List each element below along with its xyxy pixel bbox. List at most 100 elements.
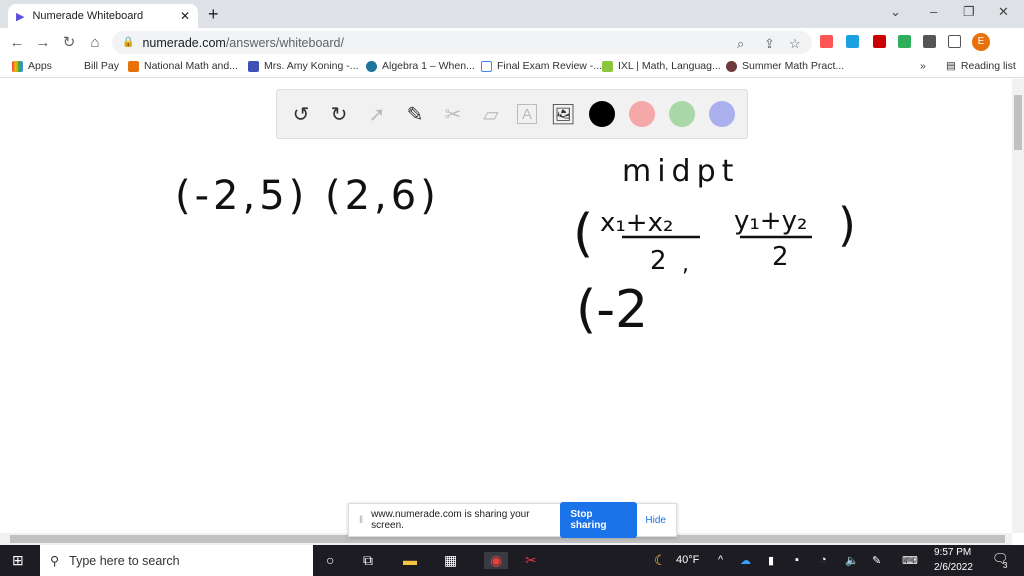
- extension-icon[interactable]: [898, 35, 911, 48]
- cast-icon[interactable]: [948, 35, 961, 48]
- search-icon: ⚲: [50, 554, 60, 568]
- share-message: www.numerade.com is sharing your screen.: [371, 509, 530, 531]
- tools-icon[interactable]: ✂: [441, 102, 465, 126]
- apps-grid-icon: [12, 60, 23, 72]
- select-pointer-icon[interactable]: ➚: [365, 102, 389, 126]
- bookmark-label: Summer Math Pract...: [742, 60, 845, 72]
- puzzle-extensions-icon[interactable]: [923, 35, 936, 48]
- profile-avatar[interactable]: E: [972, 33, 990, 51]
- weather-moon-icon: ☾: [654, 552, 667, 568]
- zoom-icon[interactable]: ⌕: [737, 36, 744, 52]
- handwritten-y-denominator: 2: [772, 242, 789, 272]
- bookmark-label: Bill Pay: [84, 60, 120, 72]
- extension-icon[interactable]: [846, 35, 859, 48]
- text-tool-icon[interactable]: A: [517, 104, 537, 124]
- handwritten-midpt: midpt: [622, 154, 739, 189]
- close-tab-icon[interactable]: ✕: [180, 9, 190, 23]
- minimize-button[interactable]: –: [930, 4, 937, 19]
- bookmark-label: Final Exam Review -...: [497, 60, 603, 72]
- tab-numerade-whiteboard[interactable]: ▶ Numerade Whiteboard ✕: [8, 4, 198, 28]
- image-icon[interactable]: 🖼: [550, 102, 575, 126]
- address-bar[interactable]: 🔒 numerade.com/answers/whiteboard/ ⌕ ⇪ ☆: [112, 31, 812, 54]
- color-pink-swatch[interactable]: [629, 101, 655, 127]
- bookmark-favicon-icon: [248, 60, 259, 72]
- bookmark-star-icon[interactable]: ☆: [789, 36, 801, 52]
- vertical-scroll-thumb[interactable]: [1014, 95, 1022, 150]
- windows-taskbar: ⊞ ⚲ Type here to search ○ ⧉ ▬ ▦ ◉ ✂ ☾ 40…: [0, 545, 1024, 576]
- drag-handle-icon[interactable]: ‖: [359, 515, 363, 526]
- file-explorer-icon[interactable]: ▬: [403, 552, 417, 568]
- bookmark-algebra-1[interactable]: Algebra 1 – When...: [366, 60, 475, 72]
- more-bookmarks-button[interactable]: »: [920, 60, 926, 72]
- network-adapter-icon[interactable]: ▪: [795, 554, 799, 566]
- extension-icon[interactable]: [820, 35, 833, 48]
- volume-icon[interactable]: 🔈: [845, 554, 859, 567]
- wordpress-icon: [366, 60, 377, 72]
- bookmark-favicon-icon: [128, 60, 139, 72]
- search-placeholder: Type here to search: [69, 553, 180, 568]
- app-icon[interactable]: ✂: [525, 552, 537, 569]
- acrobat-extension-icon[interactable]: [873, 35, 886, 48]
- screen-share-bar: ‖ www.numerade.com is sharing your scree…: [348, 502, 677, 538]
- bookmark-favicon-icon: [726, 60, 737, 72]
- redo-icon[interactable]: ↻: [327, 102, 351, 126]
- eraser-icon[interactable]: ▱: [479, 102, 503, 126]
- share-icon[interactable]: ⇪: [764, 36, 775, 52]
- color-black-swatch[interactable]: [589, 101, 615, 127]
- tab-search-icon[interactable]: ⌄: [890, 4, 901, 20]
- usb-icon[interactable]: ▮: [768, 554, 774, 567]
- restore-button[interactable]: ❐: [963, 4, 975, 20]
- bookmark-ixl[interactable]: IXL | Math, Languag...: [602, 60, 721, 72]
- show-hidden-icons[interactable]: ^: [718, 554, 723, 566]
- lock-icon: 🔒: [122, 37, 135, 48]
- color-blue-swatch[interactable]: [709, 101, 735, 127]
- microsoft-store-icon[interactable]: ▦: [444, 552, 457, 569]
- clock-date[interactable]: 2/6/2022: [934, 562, 973, 573]
- task-view-icon[interactable]: ⧉: [363, 552, 373, 569]
- address-row: ← → ↻ ⌂ 🔒 numerade.com/answers/whiteboar…: [0, 28, 1024, 56]
- bookmark-apps[interactable]: Apps: [12, 60, 52, 72]
- bookmark-final-exam-review[interactable]: Final Exam Review -...: [481, 60, 602, 72]
- pen-icon[interactable]: ✎: [403, 102, 427, 126]
- ixl-icon: [602, 60, 613, 72]
- home-button[interactable]: ⌂: [82, 34, 108, 51]
- bookmark-bill-pay[interactable]: Bill Pay: [84, 60, 119, 72]
- whiteboard-canvas[interactable]: (-2,5) (2,6) midpt ( x₁+x₂ 2 , y₁+y₂ 2 )…: [0, 79, 1012, 533]
- bookmark-mrs-amy-koning[interactable]: Mrs. Amy Koning -...: [248, 60, 359, 72]
- bookmark-summer-math[interactable]: Summer Math Pract...: [726, 60, 844, 72]
- tab-title: Numerade Whiteboard: [32, 10, 144, 22]
- bookmark-label: Apps: [28, 60, 52, 72]
- reading-list-icon: ▤: [946, 60, 956, 72]
- bookmark-label: National Math and...: [144, 60, 238, 72]
- hide-button[interactable]: Hide: [645, 515, 666, 526]
- numerade-logo-icon: ▶: [16, 10, 25, 23]
- reading-list-label: Reading list: [960, 60, 1016, 72]
- whiteboard-toolbar: ↺ ↻ ➚ ✎ ✂ ▱ A 🖼: [276, 89, 748, 139]
- cortana-icon[interactable]: ○: [326, 552, 334, 568]
- handwritten-x-denominator: 2: [650, 246, 667, 276]
- back-button[interactable]: ←: [4, 34, 30, 51]
- windows-start-icon[interactable]: ⊞: [12, 552, 24, 569]
- color-green-swatch[interactable]: [669, 101, 695, 127]
- reload-button[interactable]: ↻: [56, 33, 82, 51]
- forward-button[interactable]: →: [30, 34, 56, 51]
- chrome-icon[interactable]: ◉: [484, 552, 509, 569]
- onedrive-icon[interactable]: ☁: [740, 554, 751, 567]
- handwritten-paren-open: (: [573, 204, 593, 264]
- handwritten-y-numerator: y₁+y₂: [734, 206, 807, 236]
- bookmark-national-math[interactable]: National Math and...: [128, 60, 238, 72]
- pen-workspace-icon[interactable]: ✎: [872, 554, 881, 567]
- close-window-button[interactable]: ✕: [998, 4, 1009, 20]
- undo-icon[interactable]: ↺: [289, 102, 313, 126]
- wifi-icon[interactable]: ◔: [820, 554, 827, 566]
- weather-temp[interactable]: 40°F: [676, 554, 699, 566]
- taskbar-search[interactable]: ⚲ Type here to search: [40, 545, 313, 576]
- keyboard-icon[interactable]: ⌨: [902, 554, 918, 567]
- stop-sharing-button[interactable]: Stop sharing: [560, 502, 638, 538]
- clock-time[interactable]: 9:57 PM: [934, 547, 971, 558]
- bookmarks-bar: Apps Bill Pay National Math and... Mrs. …: [0, 56, 1024, 78]
- handwritten-work: (-2: [576, 280, 648, 340]
- reading-list-button[interactable]: ▤ Reading list: [946, 60, 1016, 72]
- url-domain: numerade.com: [142, 35, 226, 50]
- new-tab-button[interactable]: +: [208, 4, 219, 25]
